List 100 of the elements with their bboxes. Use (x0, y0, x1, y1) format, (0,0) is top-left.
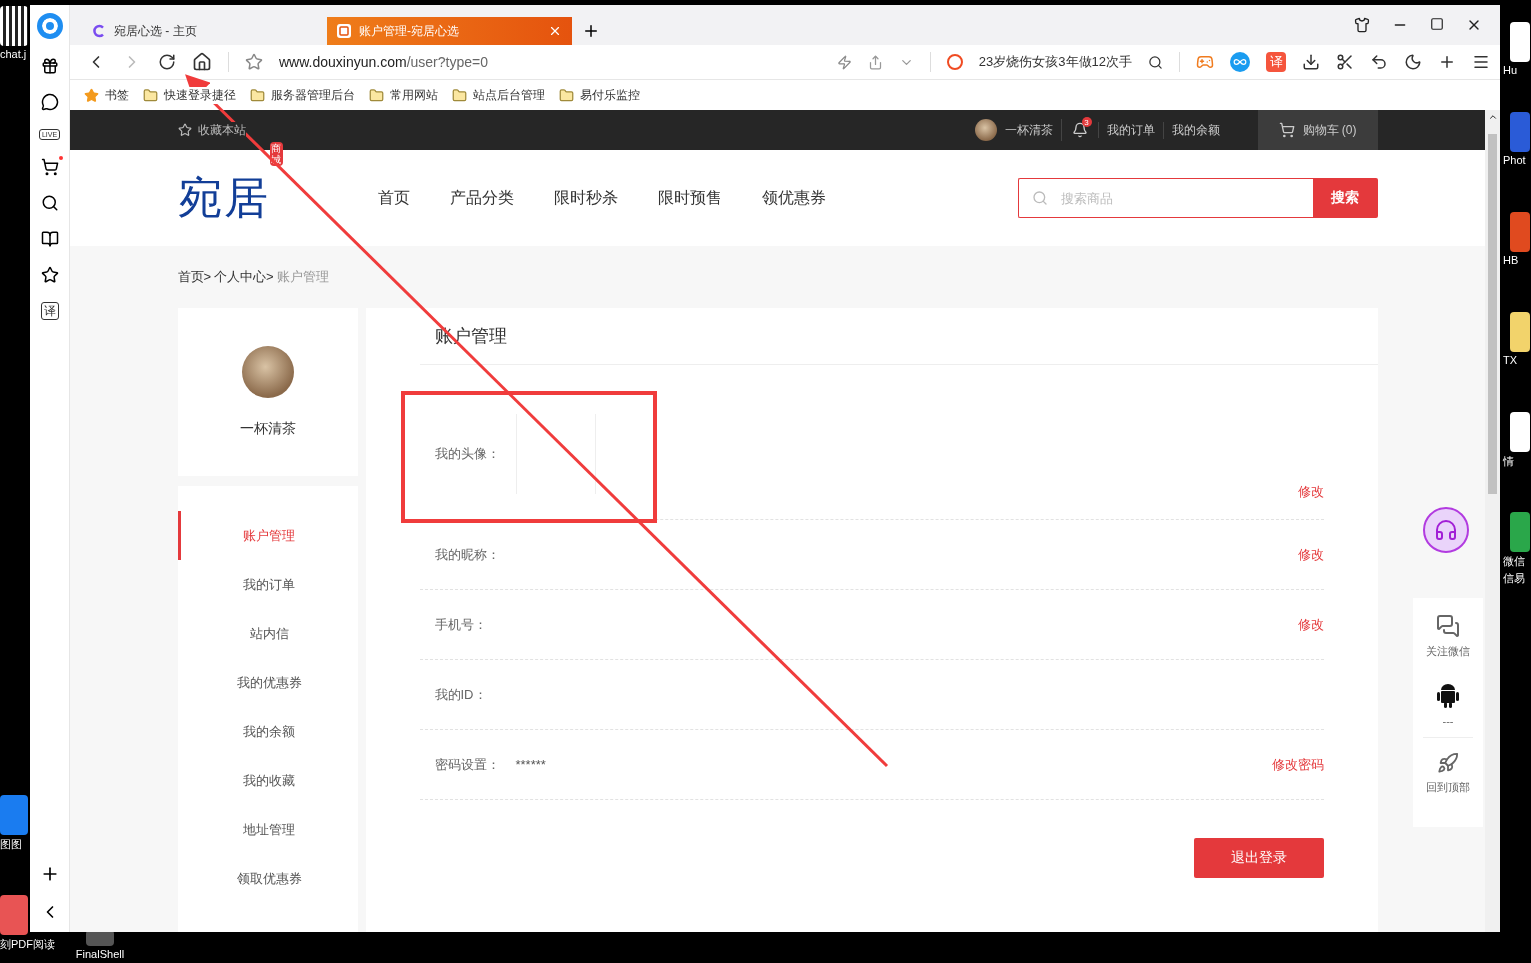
scissors-icon[interactable] (1336, 53, 1354, 71)
infinity-icon[interactable] (1230, 52, 1250, 72)
headset-icon[interactable] (1423, 507, 1469, 553)
menu-item[interactable]: 我的收藏 (177, 756, 358, 805)
menu-item[interactable]: 地址管理 (177, 805, 358, 854)
menu-item[interactable]: 我的优惠券 (177, 658, 358, 707)
chat-bubbles-icon (1436, 614, 1460, 638)
bookmark-link[interactable]: 快速登录捷径 (164, 86, 236, 104)
desktop-icon-label[interactable]: 信易 (1503, 571, 1525, 586)
bookmark-link[interactable]: 书签 (105, 86, 129, 104)
edit-link[interactable]: 修改密码 (1271, 755, 1324, 774)
star-icon (177, 123, 192, 137)
nav-link[interactable]: 限时秒杀 (553, 187, 618, 209)
search-icon (1031, 190, 1048, 206)
menu-icon[interactable] (1472, 53, 1490, 71)
float-tool[interactable]: 回到顶部 (1423, 748, 1473, 805)
desktop-icon-label[interactable]: 刻PDF阅读 (0, 937, 55, 952)
nav-link[interactable]: 领优惠券 (761, 187, 826, 209)
scroll-up-icon[interactable] (1487, 112, 1498, 122)
desktop-icon-label[interactable]: TX (1503, 354, 1518, 366)
menu-item[interactable]: 我的订单 (177, 560, 358, 609)
bookmark-link[interactable]: 站点后台管理 (473, 86, 545, 104)
cart-icon (1278, 122, 1295, 138)
desktop-icon-label[interactable]: FinalShell (75, 948, 125, 960)
scrollbar-thumb[interactable] (1488, 134, 1497, 494)
field-value: ****** (515, 757, 546, 772)
qr-code-icon[interactable] (0, 6, 28, 46)
user-name: 一杯清茶 (239, 420, 296, 438)
bookmark-link[interactable]: 易付乐监控 (580, 86, 640, 104)
menu-item[interactable]: 领取优惠券 (177, 854, 358, 903)
folder-icon (452, 87, 467, 103)
nav-link[interactable]: 限时预售 (657, 187, 722, 209)
logout-button[interactable]: 退出登录 (1193, 838, 1324, 878)
book-icon[interactable] (40, 230, 59, 248)
desktop-icon-label[interactable]: Hu (1503, 64, 1518, 76)
lightning-icon[interactable] (836, 54, 852, 70)
folder-icon (143, 87, 158, 103)
site-icon (337, 24, 351, 38)
menu-item[interactable]: 账户管理 (177, 511, 358, 560)
browser-logo-icon[interactable] (36, 13, 63, 39)
search-engine-icon[interactable] (946, 54, 963, 70)
desktop-icon-label[interactable]: HB (1503, 254, 1519, 266)
folder-icon (559, 87, 574, 103)
search-icon[interactable] (40, 194, 59, 212)
nav-link[interactable]: 首页 (377, 187, 410, 209)
bookmark-link[interactable]: 服务器管理后台 (271, 86, 355, 104)
desktop-icon-label[interactable]: Phot (1503, 154, 1526, 166)
folder-icon (250, 87, 265, 103)
edit-link[interactable]: 修改 (1297, 615, 1324, 634)
search-field[interactable]: 搜索商品 (1017, 178, 1313, 218)
cart-button[interactable]: 购物车 (0) (1257, 110, 1378, 150)
star-icon[interactable] (40, 266, 59, 284)
maximize-icon[interactable] (1430, 17, 1444, 31)
bookmark-link[interactable]: 常用网站 (390, 86, 438, 104)
cart-icon[interactable] (40, 158, 59, 176)
field-label: 我的ID： (434, 685, 487, 704)
browser-tab[interactable]: 宛居心选 - 主页 (82, 17, 327, 45)
field-label: 我的头像： (434, 445, 500, 463)
top-link[interactable]: 我的余额 (1163, 121, 1228, 139)
favorite-link[interactable]: 收藏本站 (197, 121, 246, 139)
moon-icon[interactable] (1404, 53, 1422, 71)
top-link[interactable]: 我的订单 (1098, 121, 1164, 139)
desktop-icon-label[interactable]: 情 (1503, 454, 1514, 469)
desktop-icon-label[interactable]: chat.j (0, 48, 27, 60)
bell-icon[interactable] (1071, 122, 1088, 138)
folder-icon (369, 87, 384, 103)
field-label: 密码设置： (434, 755, 500, 774)
edit-link[interactable]: 修改 (1297, 483, 1324, 519)
bookmark-star-icon[interactable] (245, 53, 263, 71)
desktop-icon-label[interactable]: 图图 (0, 837, 22, 852)
search-field[interactable]: 23岁烧伤女孩3年做12次手 (978, 53, 1132, 71)
float-tool[interactable]: 关注微信 (1423, 610, 1473, 669)
translate-icon[interactable]: 译 (40, 302, 59, 320)
rocket-icon (1437, 752, 1459, 774)
shirt-icon[interactable] (1354, 17, 1370, 33)
float-tool[interactable]: --- (1423, 679, 1473, 738)
download-icon[interactable] (1302, 53, 1320, 71)
site-logo[interactable]: 宛居 (177, 168, 270, 228)
field-label: 我的昵称： (434, 545, 500, 564)
menu-item[interactable]: 我的余额 (177, 707, 358, 756)
address-field[interactable]: www.douxinyun.com/user?type=0 (279, 54, 821, 70)
desktop-icon-label[interactable]: 微信 (1503, 554, 1525, 569)
share-icon[interactable] (867, 54, 883, 70)
new-tab-icon[interactable] (582, 22, 600, 40)
user-link[interactable]: 一杯清茶 (966, 119, 1062, 141)
gift-icon[interactable] (40, 57, 59, 75)
menu-item[interactable]: 站内信 (177, 609, 358, 658)
search-icon[interactable] (1148, 54, 1163, 70)
home-icon[interactable] (192, 52, 212, 72)
gamepad-icon[interactable] (1196, 53, 1214, 71)
notification-badge: 3 (1081, 117, 1092, 127)
undo-icon[interactable] (1370, 53, 1388, 71)
field-label: 手机号： (434, 615, 487, 634)
reload-icon[interactable] (158, 53, 176, 71)
nav-link[interactable]: 产品分类 (449, 187, 514, 209)
breadcrumb-link[interactable]: 首页> (177, 268, 212, 286)
search-button[interactable]: 搜索 (1312, 178, 1378, 218)
breadcrumb-link[interactable]: 个人中心> (214, 268, 274, 286)
chat-icon[interactable] (40, 93, 59, 111)
edit-link[interactable]: 修改 (1297, 545, 1324, 564)
